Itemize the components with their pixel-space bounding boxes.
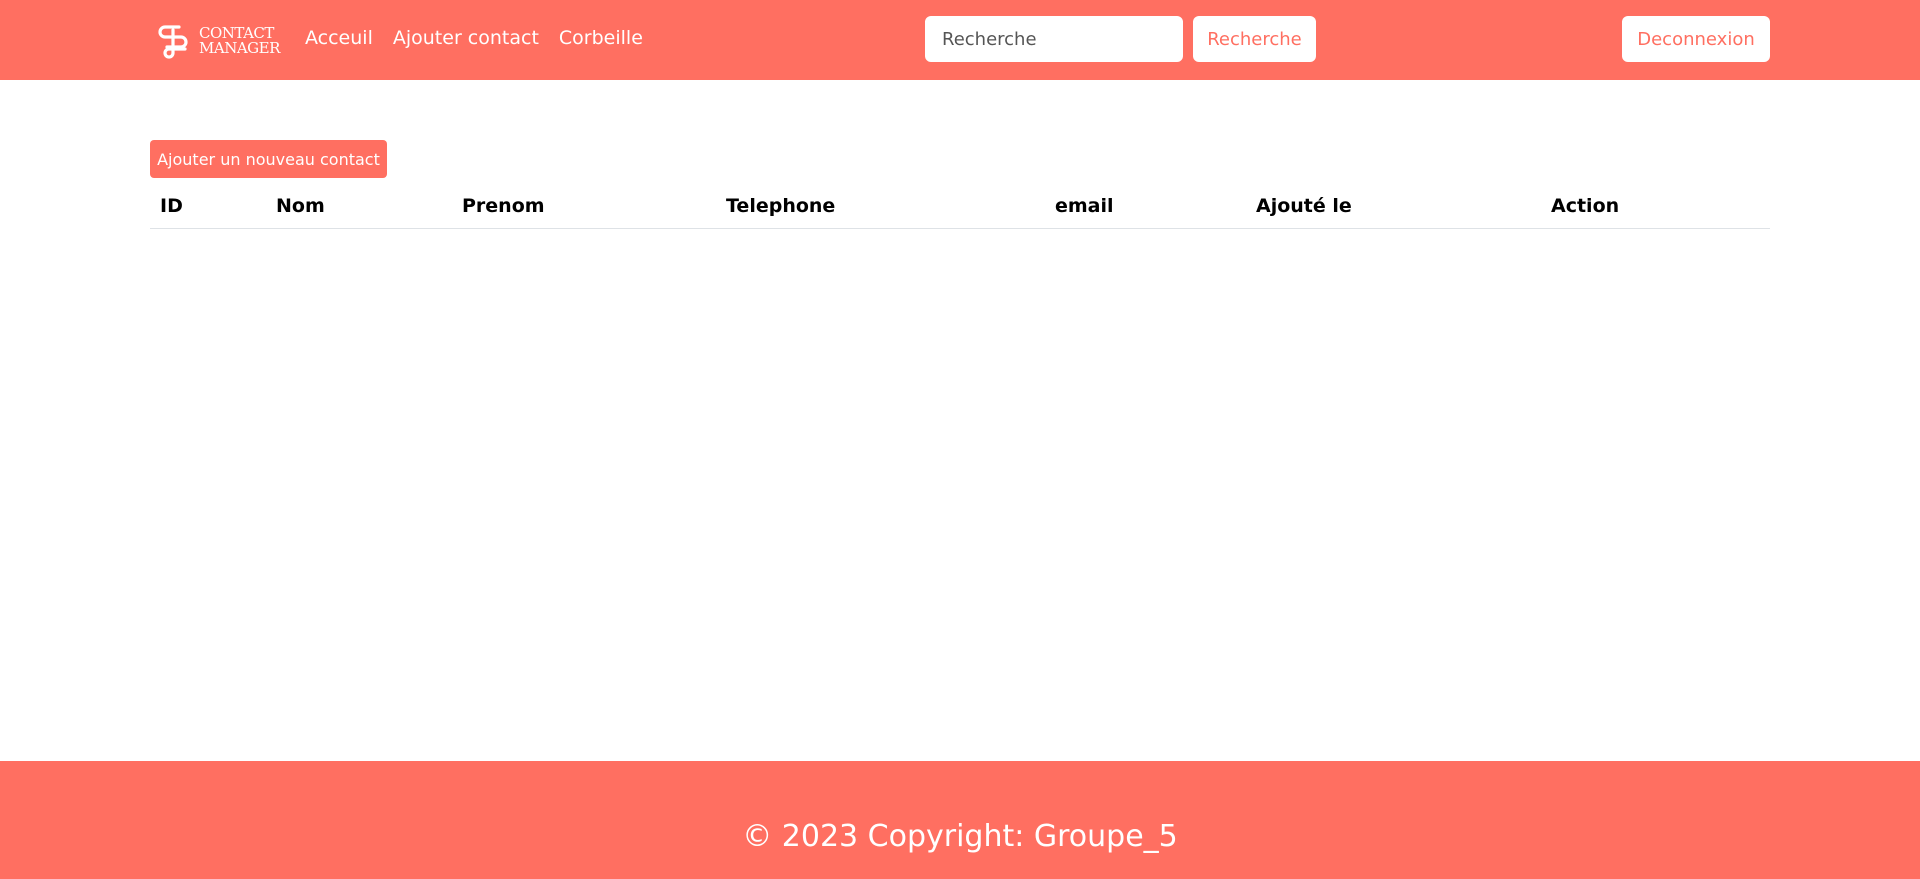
nav-link-ajouter-contact[interactable]: Ajouter contact [393,27,539,49]
column-header-action: Action [1541,185,1770,229]
brand-name: CONTACT MANAGER [199,26,280,56]
nav-link-acceuil[interactable]: Acceuil [305,27,373,49]
nav-link-corbeille[interactable]: Corbeille [559,27,643,49]
add-contact-button[interactable]: Ajouter un nouveau contact [150,140,387,178]
column-header-telephone: Telephone [716,185,1045,229]
table-header: ID Nom Prenom Telephone email Ajouté le … [150,185,1770,229]
footer-copyright: © 2023 Copyright: Groupe_5 [742,819,1178,854]
search-input[interactable] [925,16,1183,62]
contacts-table: ID Nom Prenom Telephone email Ajouté le … [150,185,1770,229]
table-header-row: ID Nom Prenom Telephone email Ajouté le … [150,185,1770,229]
column-header-nom: Nom [266,185,452,229]
brand-line-2: MANAGER [199,39,280,57]
search-button[interactable]: Recherche [1193,16,1316,62]
infinity-loop-logo-icon [158,25,188,59]
nav-links: Acceuil Ajouter contact Corbeille [305,27,643,49]
footer: © 2023 Copyright: Groupe_5 [0,761,1920,879]
logout-button[interactable]: Deconnexion [1622,16,1770,62]
column-header-ajoute-le: Ajouté le [1246,185,1541,229]
navbar: CONTACT MANAGER Acceuil Ajouter contact … [0,0,1920,80]
column-header-email: email [1045,185,1246,229]
column-header-id: ID [150,185,266,229]
brand-logo[interactable]: CONTACT MANAGER [153,22,280,60]
column-header-prenom: Prenom [452,185,716,229]
